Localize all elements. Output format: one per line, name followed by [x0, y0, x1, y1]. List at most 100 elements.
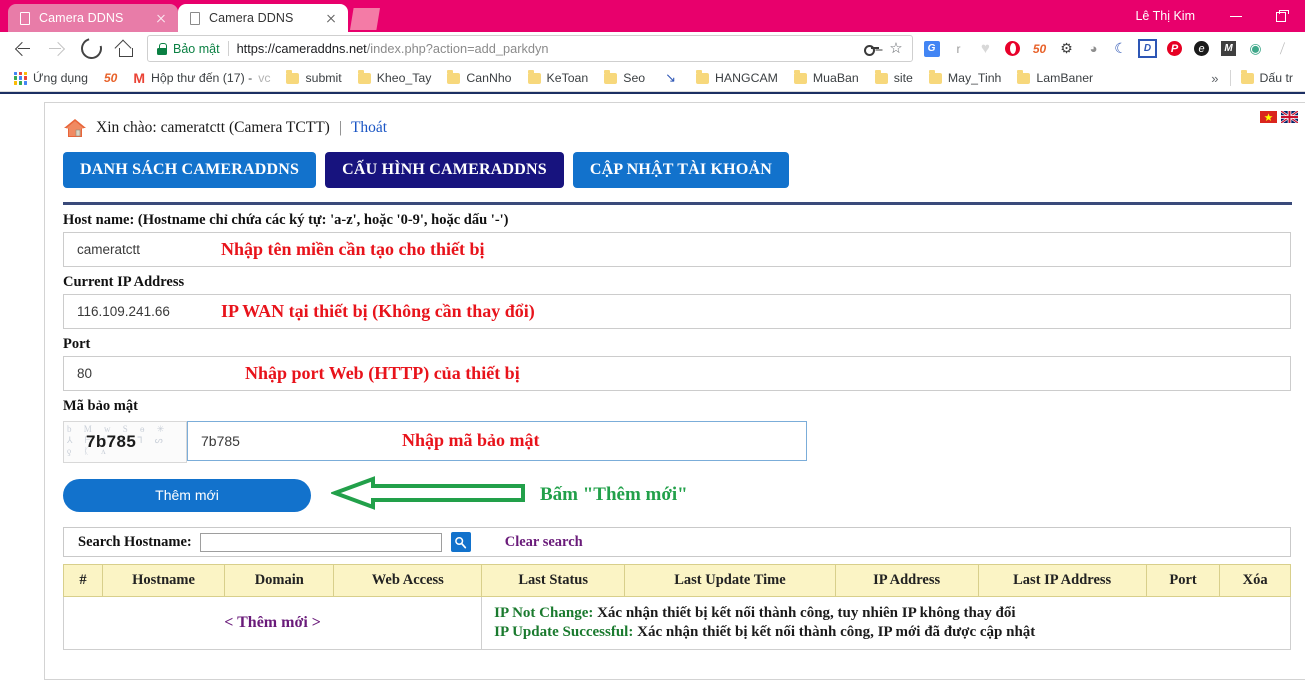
- bookmark-ke-toan[interactable]: KeToan: [520, 66, 597, 90]
- hostname-field-wrap: Nhập tên miền cần tạo cho thiết bị: [63, 232, 1291, 267]
- captcha-image: b M w S ɵ ✳ ⅄ ᖴ ᚦ ᴎ ᒣ ᔕ ƍ ᛕ ʌ 7b785: [63, 421, 187, 463]
- folder-icon: [696, 70, 710, 84]
- security-label: Bảo mật: [173, 41, 220, 56]
- bookmark-label-dim: vc: [258, 71, 271, 85]
- heart-icon[interactable]: ♥: [972, 32, 999, 65]
- legend-text: Xác nhận thiết bị kết nối thành công, IP…: [633, 624, 1036, 640]
- bookmarks-overflow-button[interactable]: »: [1202, 71, 1227, 86]
- wifi-icon[interactable]: ☾: [1107, 32, 1134, 65]
- brush-icon[interactable]: ⟋: [1264, 28, 1301, 68]
- restore-button[interactable]: [1259, 0, 1305, 32]
- bookmark-site[interactable]: site: [867, 66, 921, 90]
- bookmark-kheo-tay[interactable]: Kheo_Tay: [350, 66, 440, 90]
- url-text: https://cameraddns.net/index.php?action=…: [237, 41, 549, 56]
- forward-button[interactable]: [40, 32, 74, 65]
- close-icon[interactable]: [153, 10, 169, 26]
- minimize-button[interactable]: [1213, 0, 1259, 32]
- folder-icon: [1017, 70, 1031, 84]
- letter-m-icon[interactable]: M: [1215, 32, 1242, 65]
- nav-tabs: DANH SÁCH CAMERADDNS CẤU HÌNH CAMERADDNS…: [45, 139, 1305, 188]
- bookmark-can-nho[interactable]: CanNho: [439, 66, 519, 90]
- col-web-access[interactable]: Web Access: [333, 564, 483, 597]
- col-last-status[interactable]: Last Status: [481, 564, 626, 597]
- home-icon[interactable]: [63, 117, 87, 139]
- account-name[interactable]: Lê Thị Kim: [1135, 9, 1213, 23]
- search-icon[interactable]: [450, 532, 471, 552]
- current-ip-label: Current IP Address: [63, 274, 185, 290]
- gmail-icon: M: [133, 70, 145, 86]
- bookmark-mua-ban[interactable]: MuaBan: [786, 66, 867, 90]
- legend-key: IP Update Successful:: [494, 624, 634, 640]
- reload-icon: [76, 34, 106, 63]
- bookmark-dau-trang[interactable]: Dấu tr: [1233, 66, 1302, 90]
- bookmark-seo[interactable]: Seo: [596, 66, 653, 90]
- gear-icon[interactable]: ⚙: [1053, 32, 1080, 65]
- opera-icon[interactable]: [999, 32, 1026, 65]
- browser-titlebar: Camera DDNS Camera DDNS Lê Thị Kim: [0, 0, 1305, 32]
- home-icon: [116, 41, 134, 57]
- search-input[interactable]: [199, 532, 442, 552]
- star-icon[interactable]: ☆: [886, 40, 906, 58]
- current-ip-input[interactable]: [63, 294, 1291, 329]
- bookmark-label: HANGCAM: [715, 71, 778, 85]
- back-button[interactable]: [6, 32, 40, 65]
- google-translate-icon[interactable]: G: [918, 32, 945, 65]
- col-ip-address[interactable]: IP Address: [834, 564, 979, 597]
- submit-row: Thêm mới Bấm "Thêm mới": [63, 475, 1305, 513]
- chat-bubble-icon[interactable]: ◕: [1080, 32, 1107, 65]
- close-icon[interactable]: [323, 10, 339, 26]
- col-last-ip-address[interactable]: Last IP Address: [977, 564, 1147, 597]
- port-input[interactable]: [63, 356, 1291, 391]
- add-new-row-link[interactable]: < Thêm mới >: [62, 596, 483, 650]
- bookmark-lam-baner[interactable]: LamBaner: [1009, 66, 1101, 90]
- bookmarks-bar-right: » Dấu tr: [1202, 66, 1301, 90]
- vietnam-flag[interactable]: [1260, 111, 1277, 123]
- search-label: Search Hostname:: [78, 533, 192, 550]
- uk-flag[interactable]: [1281, 111, 1298, 123]
- key-icon[interactable]: [863, 40, 881, 58]
- bookmark-label: LamBaner: [1036, 71, 1094, 85]
- letter-r-icon[interactable]: r: [945, 32, 972, 65]
- letter-d-icon[interactable]: D: [1134, 32, 1161, 65]
- col-domain[interactable]: Domain: [224, 564, 335, 597]
- captcha-input[interactable]: [187, 421, 807, 461]
- browser-tab-2[interactable]: Camera DDNS: [178, 4, 348, 32]
- home-button[interactable]: [108, 32, 142, 65]
- tab-danh-sach-cameraddns[interactable]: DANH SÁCH CAMERADDNS: [63, 152, 317, 188]
- table-body: < Thêm mới > IP Not Change: Xác nhận thi…: [62, 596, 1291, 650]
- add-new-button[interactable]: Thêm mới: [63, 478, 311, 512]
- browser-tab-1[interactable]: Camera DDNS: [8, 4, 178, 32]
- col-port[interactable]: Port: [1145, 564, 1221, 597]
- fifty-icon[interactable]: 50: [1026, 32, 1053, 65]
- tab-strip: Camera DDNS Camera DDNS: [0, 0, 380, 32]
- table-header: # Hostname Domain Web Access Last Status…: [63, 564, 1291, 597]
- new-tab-button[interactable]: [350, 8, 380, 30]
- col-delete[interactable]: Xóa: [1219, 564, 1291, 597]
- col-index[interactable]: #: [63, 564, 103, 597]
- bookmark-apps[interactable]: Ứng dụng: [6, 66, 96, 90]
- logout-link[interactable]: Thoát: [351, 119, 387, 137]
- bookmark-label: CanNho: [466, 71, 512, 85]
- col-hostname[interactable]: Hostname: [101, 564, 226, 597]
- bookmark-swoosh[interactable]: ↘: [653, 66, 688, 90]
- bookmarks-divider: [1229, 70, 1231, 86]
- bookmark-gmail[interactable]: M Hộp thư đến (17) - vc: [125, 66, 278, 90]
- bookmark-may-tinh[interactable]: May_Tinh: [921, 66, 1010, 90]
- folder-icon: [1240, 70, 1254, 84]
- evernote-icon[interactable]: e: [1188, 32, 1215, 65]
- clear-search-link[interactable]: Clear search: [505, 534, 583, 551]
- reload-button[interactable]: [74, 32, 108, 65]
- bookmark-label: May_Tinh: [947, 71, 1002, 85]
- greeting-separator: |: [338, 119, 342, 136]
- tab-cap-nhat-tai-khoan[interactable]: CẬP NHẬT TÀI KHOẢN: [572, 152, 789, 188]
- tab-cau-hinh-cameraddns[interactable]: CẤU HÌNH CAMERADDNS: [325, 152, 564, 188]
- bookmark-fifty[interactable]: 50: [96, 66, 125, 90]
- pinterest-icon[interactable]: P: [1161, 32, 1188, 65]
- bookmark-hangcam[interactable]: HANGCAM: [688, 66, 786, 90]
- fifty-icon: 50: [103, 71, 118, 85]
- hostname-input[interactable]: [63, 232, 1291, 267]
- arrow-right-icon: [48, 40, 66, 58]
- bookmark-submit[interactable]: submit: [278, 66, 349, 90]
- address-bar[interactable]: Bảo mật https://cameraddns.net/index.php…: [147, 35, 913, 62]
- col-last-update[interactable]: Last Update Time: [624, 564, 836, 597]
